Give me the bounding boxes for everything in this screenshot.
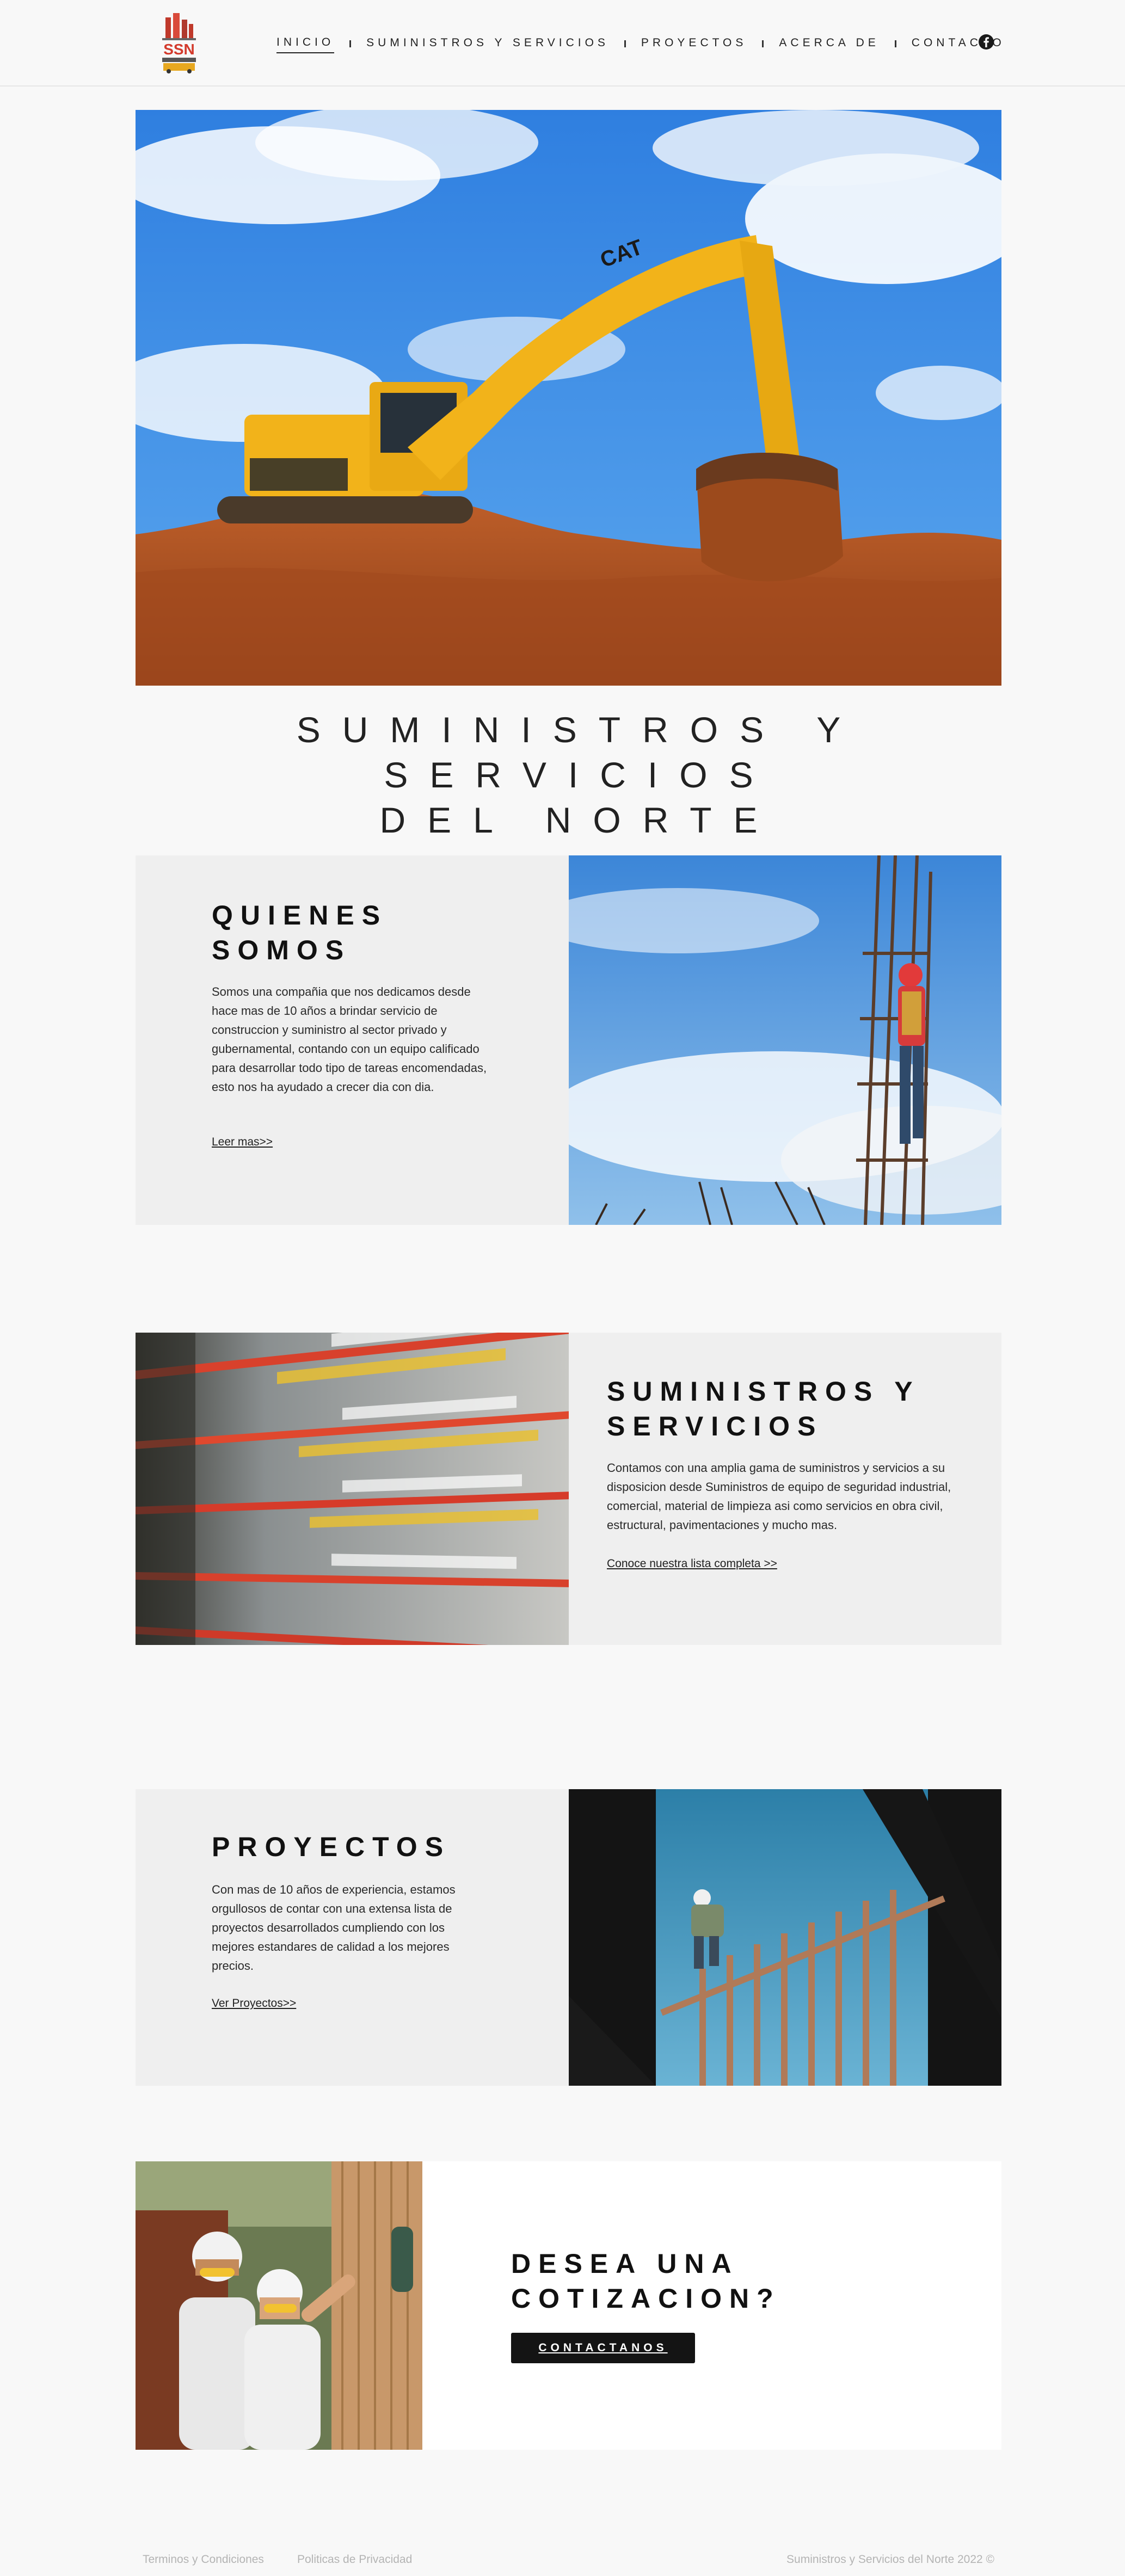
quienes-heading-line2: SOMOS: [212, 935, 352, 965]
cta-image: [136, 2161, 422, 2450]
proyectos-text: Con mas de 10 años de experiencia, estam…: [212, 1883, 456, 1973]
cta-heading: DESEA UNA COTIZACION?: [511, 2246, 781, 2316]
footer-privacy-link[interactable]: Politicas de Privacidad: [297, 2553, 412, 2566]
suministros-heading-line1: SUMINISTROS Y: [607, 1376, 920, 1407]
quienes-heading-line1: QUIENES: [212, 900, 388, 930]
svg-text:SSN: SSN: [163, 41, 195, 58]
hero-title-line1: SUMINISTROS Y SERVICIOS: [296, 710, 863, 795]
excavator-illustration: CAT: [136, 110, 1001, 686]
workers-hardhats-illustration: [136, 2161, 422, 2450]
suministros-full-list-link[interactable]: Conoce nuestra lista completa >>: [607, 1557, 777, 1570]
cta-heading-line1: DESEA UNA: [511, 2248, 739, 2279]
nav-inicio[interactable]: INICIO: [276, 36, 335, 53]
main-nav: INICIO SUMINISTROS Y SERVICIOS PROYECTOS…: [276, 33, 1005, 54]
suministros-image: [136, 1333, 569, 1645]
nav-acerca[interactable]: ACERCA DE: [779, 36, 879, 53]
company-logo[interactable]: SSN: [158, 12, 200, 75]
cta-heading-line2: COTIZACION?: [511, 2283, 781, 2314]
quienes-heading: QUIENES SOMOS: [212, 898, 388, 967]
nav-separator: [762, 40, 764, 47]
worker-rebar-illustration: [569, 855, 1001, 1225]
hero-title-line2: DEL NORTE: [379, 800, 779, 840]
nav-proyectos[interactable]: PROYECTOS: [641, 36, 747, 53]
quienes-image: [569, 855, 1001, 1225]
nav-separator: [894, 40, 896, 47]
suministros-heading-line2: SERVICIOS: [607, 1411, 823, 1441]
contact-button[interactable]: CONTACTANOS: [511, 2333, 695, 2363]
facebook-icon[interactable]: [978, 34, 994, 50]
proyectos-view-link[interactable]: Ver Proyectos>>: [212, 1997, 296, 2010]
suministros-heading: SUMINISTROS Y SERVICIOS: [607, 1374, 920, 1444]
proyectos-heading: PROYECTOS: [212, 1832, 451, 1862]
nav-suministros[interactable]: SUMINISTROS Y SERVICIOS: [366, 36, 609, 53]
store-shelves-illustration: [136, 1333, 569, 1645]
quienes-text: Somos una compañia que nos dedicamos des…: [212, 985, 487, 1094]
nav-separator: [349, 40, 352, 47]
hero-title: SUMINISTROS Y SERVICIOS DEL NORTE: [136, 707, 1001, 843]
nav-separator: [624, 40, 626, 47]
footer-copyright: Suministros y Servicios del Norte 2022 ©: [786, 2553, 994, 2566]
hero-image: CAT: [136, 110, 1001, 686]
proyectos-image: [569, 1789, 1001, 2086]
site-header: SSN INICIO SUMINISTROS Y SERVICIOS PROYE…: [0, 0, 1125, 87]
suministros-text: Contamos con una amplia gama de suminist…: [607, 1461, 951, 1532]
framing-worker-illustration: [569, 1789, 1001, 2086]
quienes-read-more-link[interactable]: Leer mas>>: [212, 1136, 273, 1149]
footer-terms-link[interactable]: Terminos y Condiciones: [143, 2553, 264, 2566]
